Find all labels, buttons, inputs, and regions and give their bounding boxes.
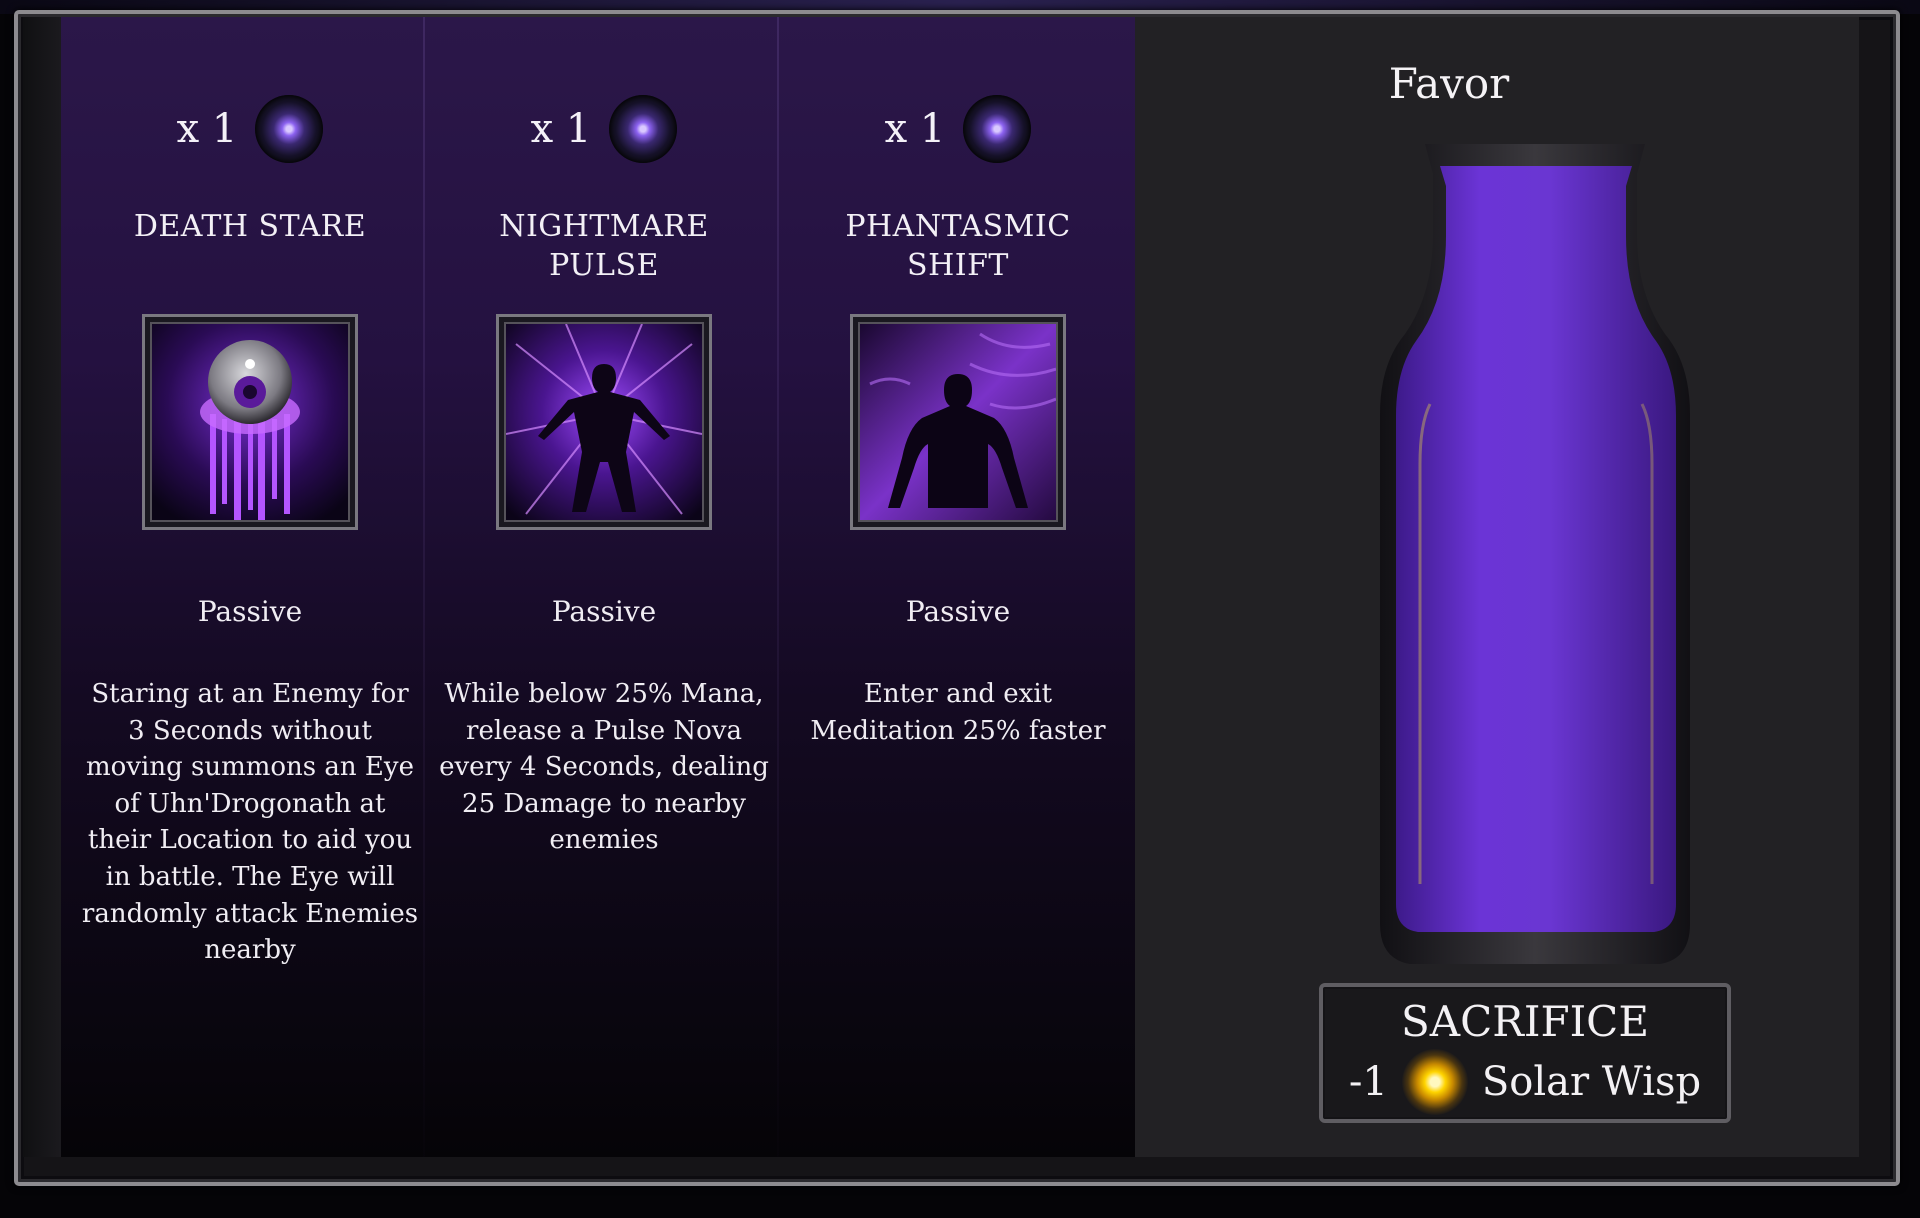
- favor-title: Favor: [1388, 59, 1510, 108]
- sacrifice-title: SACRIFICE: [1401, 997, 1649, 1046]
- sacrifice-cost-row: -1 Solar Wisp: [1323, 1049, 1727, 1115]
- sacrifice-amount: -1: [1348, 1059, 1388, 1105]
- ability-card-phantasmic-shift[interactable]: x 1 PHANTASMIC SHIFT Passive Enter and e…: [781, 17, 1135, 1157]
- void-wisp-icon: [963, 95, 1032, 163]
- void-wisp-icon: [255, 95, 324, 163]
- column-divider: [777, 17, 779, 1157]
- panel-edge: [23, 17, 61, 1157]
- ability-count-row: x 1: [427, 95, 781, 163]
- ability-description: While below 25% Mana, release a Pulse No…: [439, 679, 769, 856]
- solar-wisp-icon: [1401, 1049, 1468, 1115]
- ability-count: x 1: [530, 106, 592, 152]
- column-divider: [423, 17, 425, 1157]
- ability-name: PHANTASMIC SHIFT: [845, 209, 1071, 283]
- ability-name: NIGHTMARE PULSE: [499, 209, 709, 283]
- ability-type: Passive: [551, 595, 657, 628]
- sacrifice-button[interactable]: SACRIFICE -1 Solar Wisp: [1319, 983, 1731, 1123]
- ability-count: x 1: [884, 106, 946, 152]
- favor-window: x 1 DEATH STARE Passive Staring at an En…: [23, 17, 1859, 1157]
- ability-description: Staring at an Enemy for 3 Seconds withou…: [81, 679, 419, 966]
- void-wisp-icon: [609, 95, 678, 163]
- favor-panel: Favor SACRIFICE -1 Solar Wisp: [1135, 17, 1859, 1157]
- death-stare-icon[interactable]: [142, 314, 358, 530]
- ability-name: DEATH STARE: [133, 209, 367, 244]
- sacrifice-item-name: Solar Wisp: [1481, 1059, 1702, 1105]
- phantasmic-shift-icon[interactable]: [850, 314, 1066, 530]
- ability-count-row: x 1: [73, 95, 427, 163]
- ability-description: Enter and exit Meditation 25% faster: [810, 679, 1106, 746]
- ability-card-nightmare-pulse[interactable]: x 1 NIGHTMARE PULSE Passive While below …: [427, 17, 781, 1157]
- ability-count-row: x 1: [781, 95, 1135, 163]
- abilities-panel: x 1 DEATH STARE Passive Staring at an En…: [23, 17, 1135, 1157]
- ability-type: Passive: [905, 595, 1011, 628]
- ability-card-death-stare[interactable]: x 1 DEATH STARE Passive Staring at an En…: [73, 17, 427, 1157]
- ability-count: x 1: [176, 106, 238, 152]
- favor-bottle: [1380, 144, 1690, 964]
- ability-type: Passive: [197, 595, 303, 628]
- nightmare-pulse-icon[interactable]: [496, 314, 712, 530]
